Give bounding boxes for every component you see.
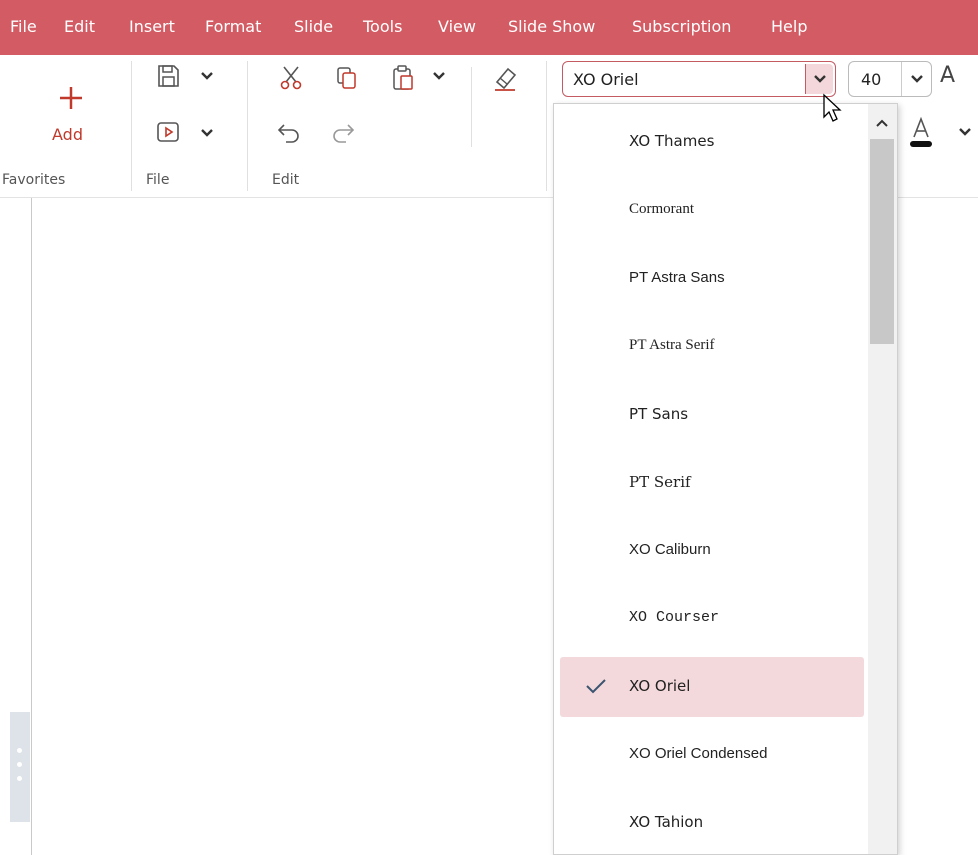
menu-view[interactable]: View bbox=[438, 17, 476, 36]
chevron-down-icon[interactable] bbox=[432, 70, 446, 82]
font-dropdown-button[interactable] bbox=[805, 64, 833, 94]
group-label-favorites: Favorites bbox=[2, 172, 66, 188]
chevron-down-icon bbox=[911, 75, 923, 83]
menu-edit[interactable]: Edit bbox=[64, 17, 95, 36]
menu-help[interactable]: Help bbox=[771, 17, 807, 36]
chevron-down-icon[interactable] bbox=[200, 127, 214, 139]
slide-area-edge bbox=[31, 198, 32, 855]
font-option-pt-sans[interactable]: PT Sans bbox=[560, 385, 864, 445]
redo-icon[interactable] bbox=[330, 119, 356, 145]
menu-slide[interactable]: Slide bbox=[294, 17, 333, 36]
cut-icon[interactable] bbox=[278, 65, 304, 91]
font-option-label: PT Serif bbox=[629, 473, 691, 491]
font-dropdown-list: XO Thames Cormorant PT Astra Sans PT Ast… bbox=[553, 103, 898, 855]
slideshow-play-icon[interactable] bbox=[155, 119, 181, 145]
font-option-pt-astra-sans[interactable]: PT Astra Sans bbox=[560, 249, 864, 309]
font-color-icon[interactable] bbox=[906, 115, 936, 149]
handle-dot bbox=[17, 776, 22, 781]
separator bbox=[546, 61, 547, 191]
font-option-pt-astra-serif[interactable]: PT Astra Serif bbox=[560, 317, 864, 377]
handle-dot bbox=[17, 748, 22, 753]
chevron-down-icon[interactable] bbox=[958, 127, 972, 137]
chevron-down-icon bbox=[814, 75, 826, 83]
font-size-dropdown-button[interactable] bbox=[901, 62, 931, 96]
menu-bar: File Edit Insert Format Slide Tools View… bbox=[0, 0, 978, 55]
paste-icon[interactable] bbox=[390, 64, 416, 92]
handle-dot bbox=[17, 762, 22, 767]
font-option-label: PT Astra Serif bbox=[629, 337, 715, 353]
chevron-down-icon[interactable] bbox=[200, 70, 214, 82]
font-name-combobox[interactable]: XO Oriel bbox=[562, 61, 836, 97]
scrollbar-thumb[interactable] bbox=[870, 139, 894, 344]
save-icon[interactable] bbox=[155, 63, 181, 89]
font-name-value[interactable]: XO Oriel bbox=[573, 70, 639, 89]
menu-tools[interactable]: Tools bbox=[363, 17, 402, 36]
check-icon bbox=[586, 679, 606, 694]
font-option-label: XO Tahion bbox=[629, 813, 704, 831]
copy-icon[interactable] bbox=[334, 65, 360, 91]
menu-format[interactable]: Format bbox=[205, 17, 261, 36]
mouse-cursor-icon bbox=[823, 93, 842, 122]
separator bbox=[471, 67, 472, 147]
font-option-pt-serif[interactable]: PT Serif bbox=[560, 453, 864, 513]
font-option-label: XO Courser bbox=[629, 609, 720, 626]
menu-insert[interactable]: Insert bbox=[129, 17, 175, 36]
font-option-label: Cormorant bbox=[629, 201, 694, 217]
font-option-xo-caliburn[interactable]: XO Caliburn bbox=[560, 521, 864, 581]
separator bbox=[247, 61, 248, 191]
plus-icon[interactable] bbox=[58, 85, 84, 111]
font-option-xo-oriel[interactable]: XO Oriel bbox=[560, 657, 864, 717]
menu-file[interactable]: File bbox=[10, 17, 37, 36]
font-option-label: XO Oriel Condensed bbox=[629, 745, 768, 762]
font-option-label: PT Astra Sans bbox=[629, 269, 725, 286]
font-size-combobox[interactable]: 40 bbox=[848, 61, 932, 97]
font-size-value[interactable]: 40 bbox=[861, 70, 881, 89]
scroll-up-icon[interactable] bbox=[872, 116, 892, 130]
font-option-xo-courser[interactable]: XO Courser bbox=[560, 589, 864, 649]
font-option-label: PT Sans bbox=[629, 405, 689, 423]
font-option-cormorant[interactable]: Cormorant bbox=[560, 181, 864, 241]
font-option-xo-oriel-condensed[interactable]: XO Oriel Condensed bbox=[560, 725, 864, 785]
group-label-edit: Edit bbox=[272, 172, 300, 188]
menu-subscription[interactable]: Subscription bbox=[632, 17, 731, 36]
side-panel-handle[interactable] bbox=[10, 712, 30, 822]
add-button-label[interactable]: Add bbox=[52, 125, 83, 144]
undo-icon[interactable] bbox=[276, 119, 302, 145]
font-option-xo-tahion[interactable]: XO Tahion bbox=[560, 793, 864, 853]
font-option-label: XO Thames bbox=[629, 132, 715, 150]
font-option-xo-thames[interactable]: XO Thames bbox=[560, 112, 864, 172]
menu-slide-show[interactable]: Slide Show bbox=[508, 17, 595, 36]
grow-font-button[interactable]: A bbox=[940, 63, 955, 88]
group-label-file: File bbox=[146, 172, 170, 188]
font-option-label: XO Oriel bbox=[629, 677, 691, 695]
separator bbox=[131, 61, 132, 191]
eraser-icon[interactable] bbox=[491, 64, 519, 92]
font-option-label: XO Caliburn bbox=[629, 541, 711, 558]
